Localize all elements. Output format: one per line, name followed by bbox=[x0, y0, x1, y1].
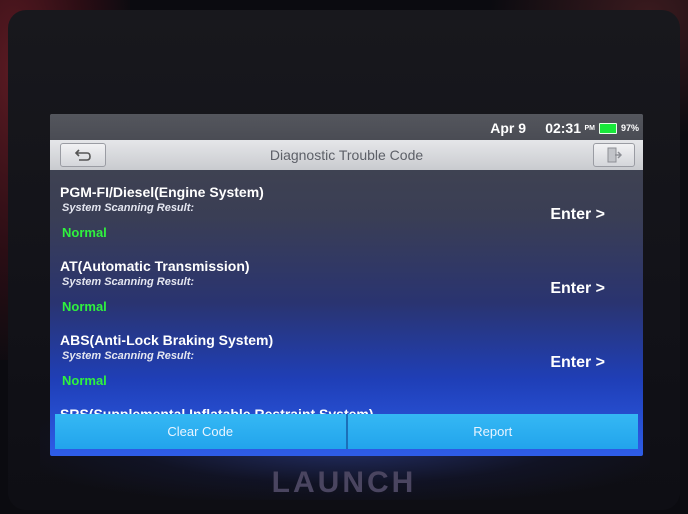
system-status: Normal bbox=[62, 373, 107, 388]
scan-result-label: System Scanning Result: bbox=[62, 202, 195, 214]
action-button-bar: Clear Code Report bbox=[55, 414, 638, 449]
system-name: ABS(Anti-Lock Braking System) bbox=[60, 332, 274, 348]
system-item-transmission[interactable]: AT(Automatic Transmission) System Scanni… bbox=[50, 244, 643, 318]
status-bar: Apr 9 02:31 PM 97% bbox=[50, 114, 643, 140]
battery-percent: 97% bbox=[620, 123, 639, 133]
exit-button[interactable] bbox=[593, 143, 635, 167]
scan-result-label: System Scanning Result: bbox=[62, 350, 195, 362]
battery-icon bbox=[599, 123, 617, 134]
system-item-engine[interactable]: PGM-FI/Diesel(Engine System) System Scan… bbox=[50, 170, 643, 244]
enter-button[interactable]: Enter > bbox=[550, 206, 605, 224]
title-bar: Diagnostic Trouble Code bbox=[50, 140, 643, 170]
exit-door-icon bbox=[607, 147, 622, 163]
device-screen: Apr 9 02:31 PM 97% Diagnostic Trouble Co… bbox=[50, 114, 643, 456]
brand-logo: LAUNCH bbox=[271, 466, 417, 499]
system-name: PGM-FI/Diesel(Engine System) bbox=[60, 184, 264, 200]
system-name: AT(Automatic Transmission) bbox=[60, 258, 250, 274]
status-time: 02:31 bbox=[545, 120, 581, 136]
status-date: Apr 9 bbox=[490, 120, 526, 136]
scan-result-label: System Scanning Result: bbox=[62, 276, 195, 288]
enter-button[interactable]: Enter > bbox=[550, 280, 605, 298]
system-status: Normal bbox=[62, 225, 107, 240]
enter-button[interactable]: Enter > bbox=[550, 354, 605, 372]
system-status: Normal bbox=[62, 299, 107, 314]
page-title: Diagnostic Trouble Code bbox=[269, 147, 424, 163]
clear-code-button[interactable]: Clear Code bbox=[55, 414, 346, 449]
report-button[interactable]: Report bbox=[347, 414, 638, 449]
status-ampm: PM bbox=[584, 125, 596, 132]
system-item-abs[interactable]: ABS(Anti-Lock Braking System) System Sca… bbox=[50, 318, 643, 392]
